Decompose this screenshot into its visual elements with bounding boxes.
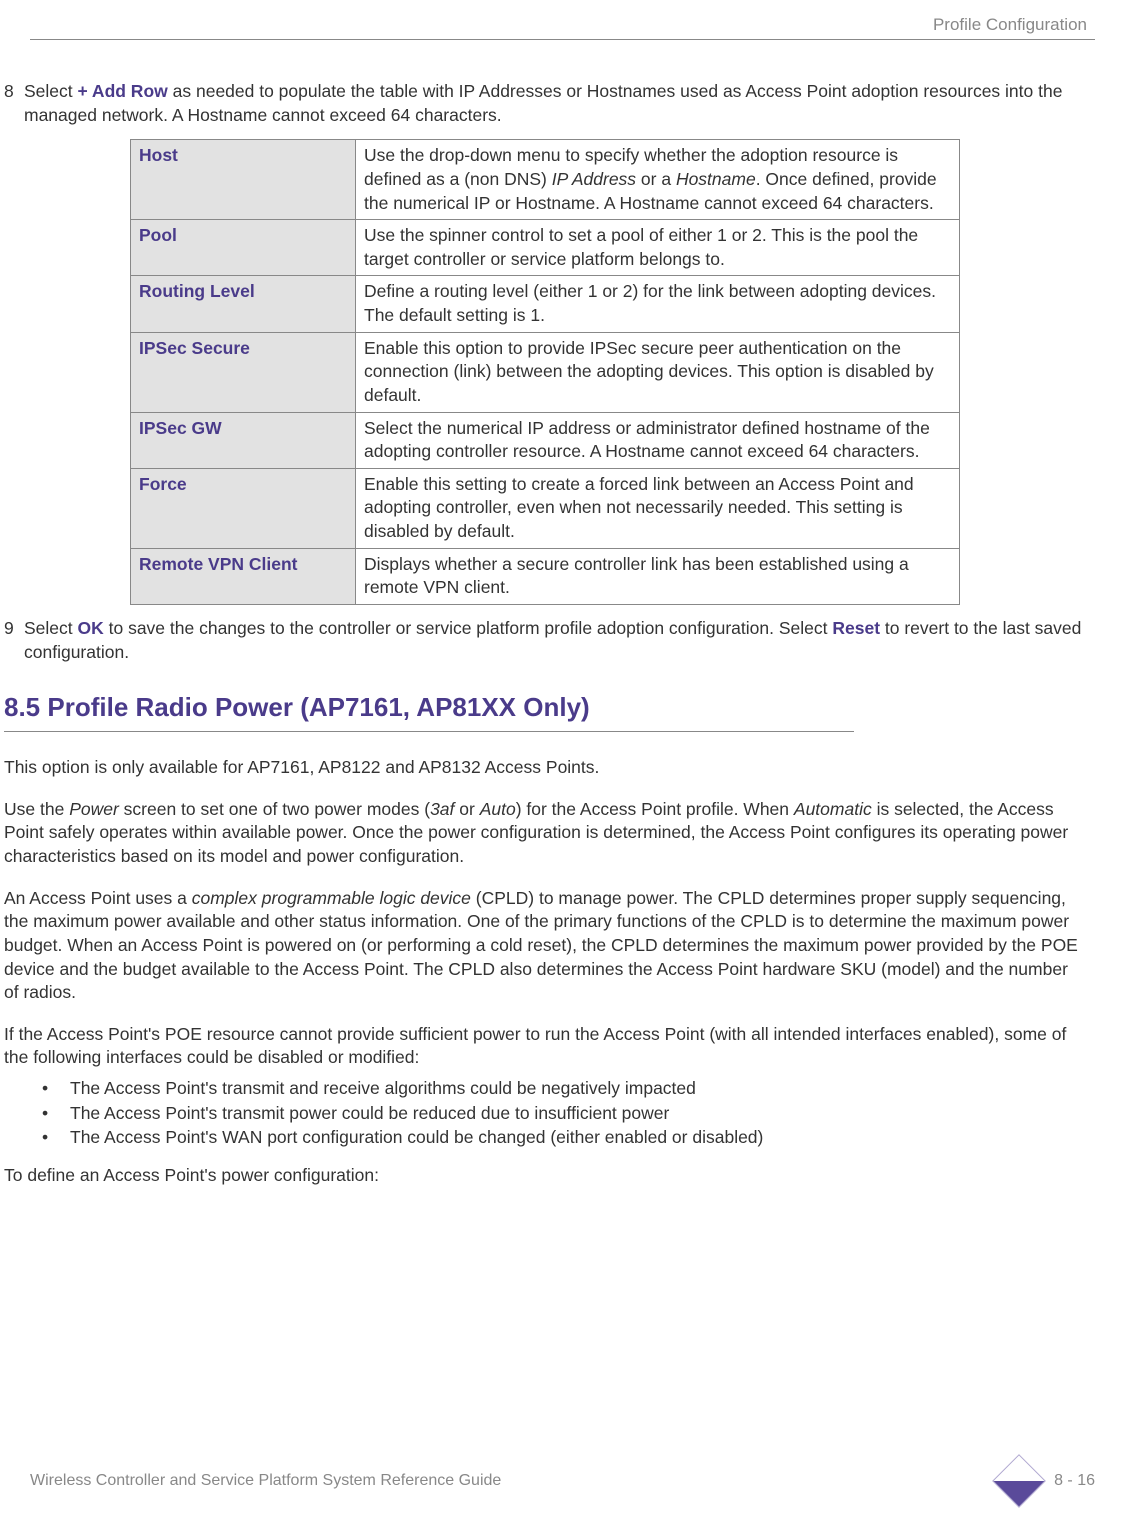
step-text: Select + Add Row as needed to populate t…: [24, 80, 1095, 127]
text: The Access Point's transmit and receive …: [70, 1076, 696, 1101]
footer-logo-icon: [992, 1454, 1046, 1508]
section-heading: 8.5 Profile Radio Power (AP7161, AP81XX …: [4, 692, 1095, 731]
table-row: Host Use the drop-down menu to specify w…: [131, 140, 960, 220]
step-number: 9: [0, 617, 24, 664]
list-item: •The Access Point's transmit power could…: [42, 1101, 1095, 1126]
table-row: IPSec GW Select the numerical IP address…: [131, 412, 960, 468]
page-header: Profile Configuration: [30, 15, 1095, 40]
text-italic: Power: [69, 799, 119, 819]
table-row: IPSec Secure Enable this option to provi…: [131, 332, 960, 412]
text: An Access Point uses a: [4, 888, 192, 908]
page-number: 8 - 16: [1054, 1472, 1095, 1490]
step-number: 8: [0, 80, 24, 127]
text-italic: Automatic: [794, 799, 872, 819]
page-footer: Wireless Controller and Service Platform…: [30, 1462, 1095, 1500]
table-row: Pool Use the spinner control to set a po…: [131, 220, 960, 276]
footer-right: 8 - 16: [1000, 1462, 1095, 1500]
step-9: 9 Select OK to save the changes to the c…: [0, 617, 1095, 664]
paragraph: An Access Point uses a complex programma…: [4, 887, 1085, 1005]
text: or: [454, 799, 479, 819]
text-italic: IP Address: [552, 169, 636, 189]
definition-table: Host Use the drop-down menu to specify w…: [130, 139, 960, 605]
step-8: 8 Select + Add Row as needed to populate…: [0, 80, 1095, 127]
row-label: IPSec Secure: [131, 332, 356, 412]
heading-rule: [4, 731, 854, 732]
text: or a: [636, 169, 676, 189]
text-italic: Auto: [480, 799, 516, 819]
row-label: Routing Level: [131, 276, 356, 332]
row-desc: Define a routing level (either 1 or 2) f…: [356, 276, 960, 332]
row-desc: Use the drop-down menu to specify whethe…: [356, 140, 960, 220]
text: Use the: [4, 799, 69, 819]
row-desc: Enable this option to provide IPSec secu…: [356, 332, 960, 412]
step-text: Select OK to save the changes to the con…: [24, 617, 1095, 664]
text: as needed to populate the table with IP …: [24, 81, 1062, 125]
table-row: Force Enable this setting to create a fo…: [131, 468, 960, 548]
row-label: IPSec GW: [131, 412, 356, 468]
row-desc: Use the spinner control to set a pool of…: [356, 220, 960, 276]
text-italic: complex programmable logic device: [192, 888, 471, 908]
row-label: Host: [131, 140, 356, 220]
text: Select: [24, 81, 78, 101]
list-item: •The Access Point's transmit and receive…: [42, 1076, 1095, 1101]
reset-label: Reset: [832, 618, 880, 638]
text: The Access Point's transmit power could …: [70, 1101, 669, 1126]
row-label: Remote VPN Client: [131, 548, 356, 604]
row-desc: Enable this setting to create a forced l…: [356, 468, 960, 548]
row-desc: Displays whether a secure controller lin…: [356, 548, 960, 604]
text: ) for the Access Point profile. When: [516, 799, 794, 819]
row-label: Pool: [131, 220, 356, 276]
text-italic: Hostname: [676, 169, 756, 189]
table-row: Routing Level Define a routing level (ei…: [131, 276, 960, 332]
row-desc: Select the numerical IP address or admin…: [356, 412, 960, 468]
text: Select: [24, 618, 78, 638]
paragraph: To define an Access Point's power config…: [4, 1164, 1085, 1188]
list-item: •The Access Point's WAN port configurati…: [42, 1125, 1095, 1150]
bullet-icon: •: [42, 1101, 70, 1126]
text: screen to set one of two power modes (: [119, 799, 430, 819]
bullet-icon: •: [42, 1076, 70, 1101]
add-row-label: + Add Row: [78, 81, 168, 101]
footer-left: Wireless Controller and Service Platform…: [30, 1472, 501, 1490]
bullet-list: •The Access Point's transmit and receive…: [42, 1076, 1095, 1150]
table-row: Remote VPN Client Displays whether a sec…: [131, 548, 960, 604]
paragraph: Use the Power screen to set one of two p…: [4, 798, 1085, 869]
paragraph: This option is only available for AP7161…: [4, 756, 1085, 780]
text: to save the changes to the controller or…: [104, 618, 833, 638]
bullet-icon: •: [42, 1125, 70, 1150]
text-italic: 3af: [430, 799, 454, 819]
text: The Access Point's WAN port configuratio…: [70, 1125, 763, 1150]
row-label: Force: [131, 468, 356, 548]
ok-label: OK: [78, 618, 104, 638]
paragraph: If the Access Point's POE resource canno…: [4, 1023, 1085, 1070]
